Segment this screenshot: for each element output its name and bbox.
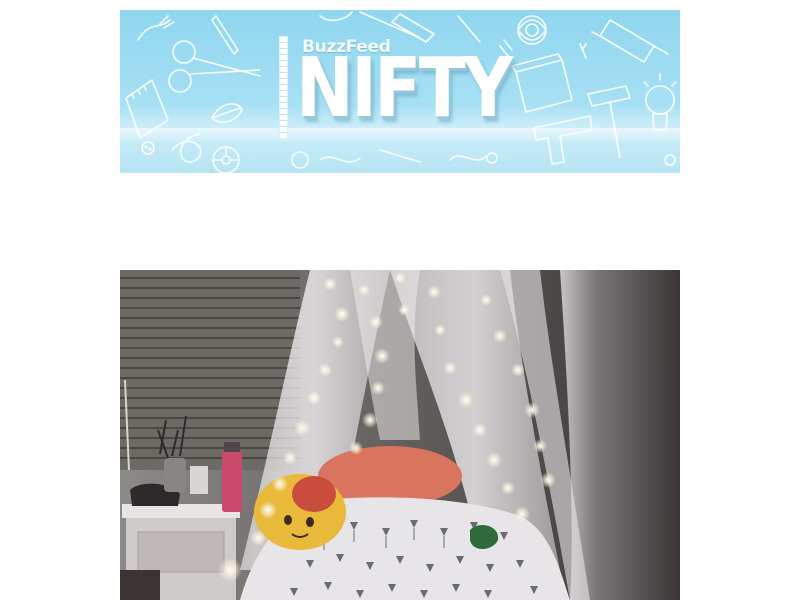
hammer-icon — [587, 85, 631, 159]
ruler-icon — [279, 36, 288, 139]
bed-canopy-scene — [120, 270, 680, 600]
water-bottle — [222, 450, 242, 512]
button-icon — [141, 141, 155, 155]
paintbrush-icon — [319, 11, 421, 39]
scissors-icon — [168, 40, 261, 93]
leaf-icon — [211, 103, 243, 123]
lightbulb-icon — [643, 73, 677, 131]
buzzfeed-nifty-banner: BuzzFeed NIFTY — [120, 10, 680, 173]
flower-icon — [212, 146, 240, 173]
glue-bottle-icon — [591, 19, 669, 63]
flower-icon-2 — [517, 15, 547, 45]
nightstand — [120, 504, 240, 600]
mason-jar-icon — [511, 53, 573, 113]
pencil-icon — [211, 15, 239, 55]
bed-canopy-photo — [120, 270, 680, 600]
nifty-logo-text: NIFTY — [296, 41, 513, 136]
pushpin-icon — [499, 39, 587, 59]
plug-icon — [137, 15, 175, 41]
tube-icon — [391, 13, 481, 43]
bottom-doodles — [291, 149, 676, 169]
